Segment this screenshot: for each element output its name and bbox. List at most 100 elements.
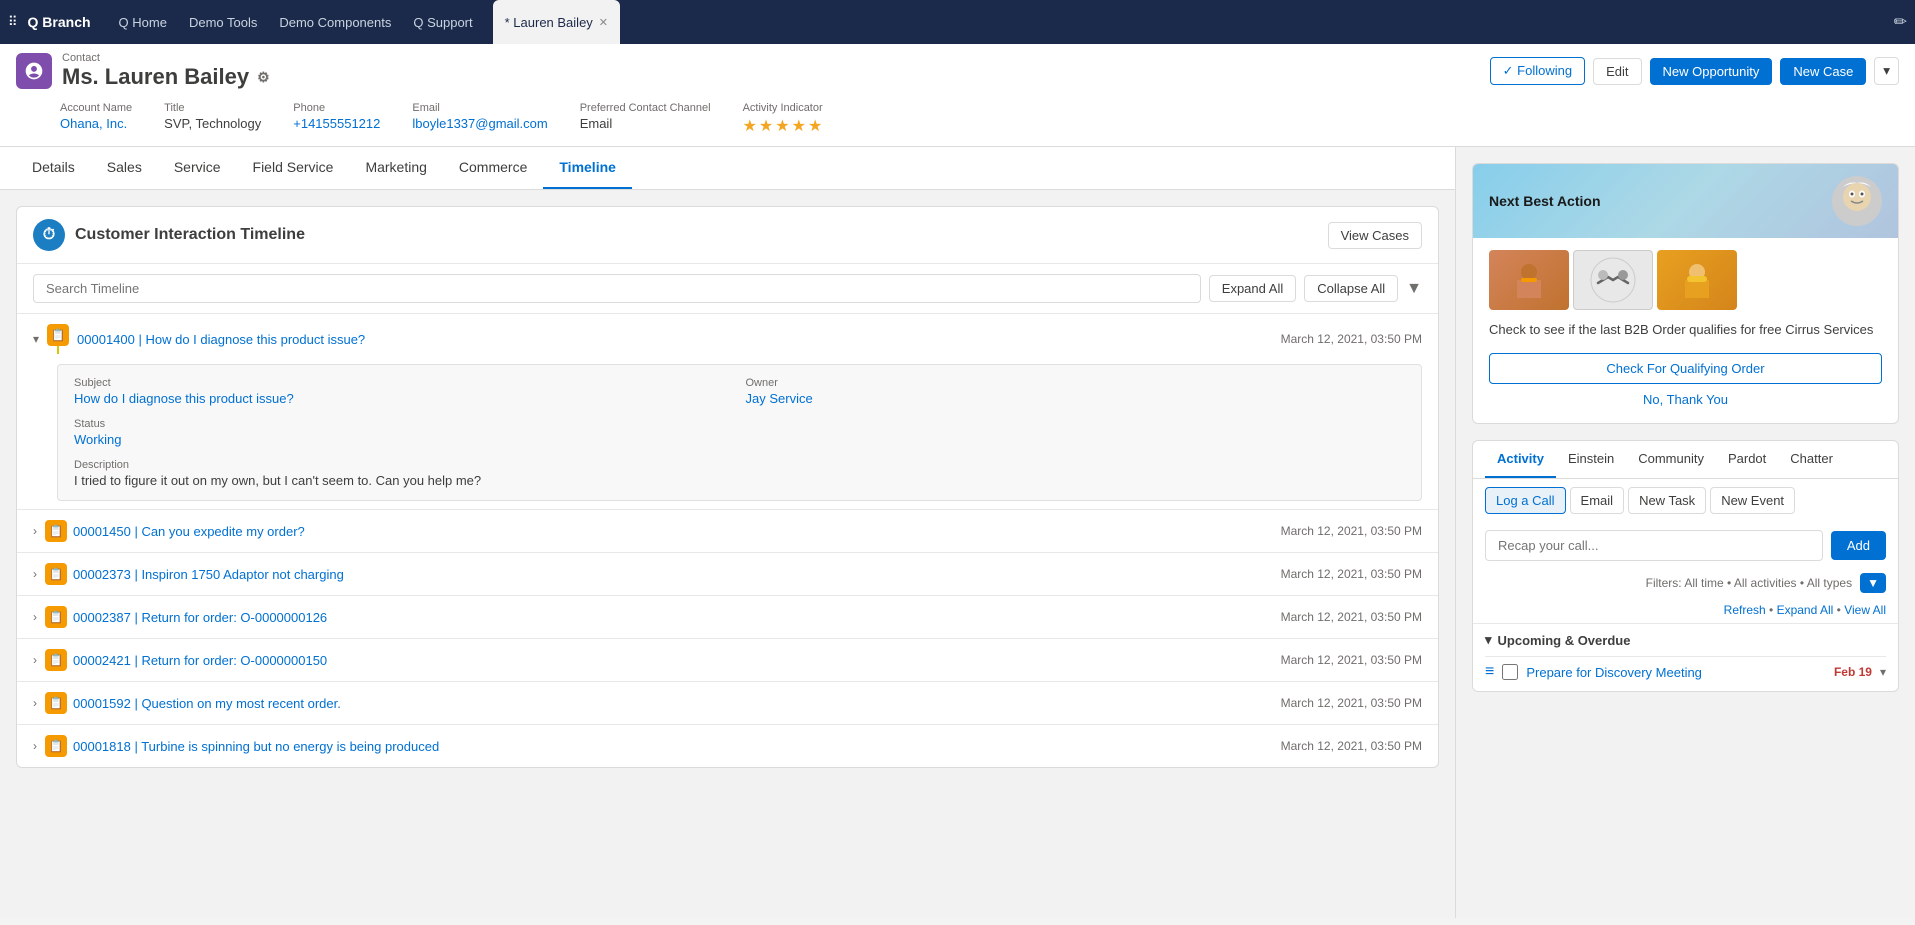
case-link-1[interactable]: 00001450 | Can you expedite my order? bbox=[73, 524, 1273, 539]
case-icon-4: 📋 bbox=[45, 649, 67, 671]
subject-value[interactable]: How do I diagnose this product issue? bbox=[74, 391, 734, 406]
timeline-container: ⏱ Customer Interaction Timeline View Cas… bbox=[16, 206, 1439, 768]
case-header-3[interactable]: › 📋 00002387 | Return for order: O-00000… bbox=[17, 596, 1438, 638]
phone-label: Phone bbox=[293, 102, 380, 114]
record-type-label: Contact bbox=[62, 52, 270, 64]
activity-tab-pardot[interactable]: Pardot bbox=[1716, 441, 1778, 478]
admin-icon[interactable]: ⚙ bbox=[257, 69, 270, 86]
chevron-right-icon-5[interactable]: › bbox=[33, 696, 37, 710]
sub-tab-new-event[interactable]: New Event bbox=[1710, 487, 1795, 514]
check-qualifying-order-button[interactable]: Check For Qualifying Order bbox=[1489, 353, 1882, 384]
preferred-contact-label: Preferred Contact Channel bbox=[580, 102, 711, 114]
nav-tab-lauren[interactable]: * Lauren Bailey ✕ bbox=[493, 0, 620, 44]
case-header-5[interactable]: › 📋 00001592 | Question on my most recen… bbox=[17, 682, 1438, 724]
chevron-right-icon-6[interactable]: › bbox=[33, 739, 37, 753]
record-fields: Account Name Ohana, Inc. Title SVP, Tech… bbox=[16, 94, 1899, 146]
case-icon-1: 📋 bbox=[45, 520, 67, 542]
header-actions: ✓ Following Edit New Opportunity New Cas… bbox=[1490, 57, 1899, 85]
task-checkbox-0[interactable] bbox=[1502, 664, 1518, 680]
case-icon-3: 📋 bbox=[45, 606, 67, 628]
record-name: Ms. Lauren Bailey bbox=[62, 64, 249, 90]
upcoming-item-0: ≡ Prepare for Discovery Meeting Feb 19 ▾ bbox=[1485, 656, 1886, 687]
nba-images bbox=[1473, 238, 1898, 318]
collapse-all-button[interactable]: Collapse All bbox=[1304, 275, 1398, 302]
email-value[interactable]: lboyle1337@gmail.com bbox=[412, 116, 547, 131]
activity-tab-community[interactable]: Community bbox=[1626, 441, 1716, 478]
case-link-6[interactable]: 00001818 | Turbine is spinning but no en… bbox=[73, 739, 1273, 754]
task-chevron-0[interactable]: ▾ bbox=[1880, 665, 1886, 679]
nav-link-support[interactable]: Q Support bbox=[403, 15, 482, 30]
view-all-link[interactable]: View All bbox=[1844, 603, 1886, 617]
activity-tabs: Activity Einstein Community Pardot Chatt… bbox=[1473, 441, 1898, 479]
nav-link-demo-tools[interactable]: Demo Tools bbox=[179, 15, 267, 30]
sub-tab-email[interactable]: Email bbox=[1570, 487, 1625, 514]
account-name-value[interactable]: Ohana, Inc. bbox=[60, 116, 132, 131]
upcoming-header[interactable]: ▾ Upcoming & Overdue bbox=[1485, 632, 1886, 656]
view-cases-button[interactable]: View Cases bbox=[1328, 222, 1422, 249]
following-button[interactable]: ✓ Following bbox=[1490, 57, 1585, 85]
timeline-header: ⏱ Customer Interaction Timeline View Cas… bbox=[17, 207, 1438, 264]
search-timeline-input[interactable] bbox=[33, 274, 1201, 303]
sub-tab-log-call[interactable]: Log a Call bbox=[1485, 487, 1566, 514]
tab-marketing[interactable]: Marketing bbox=[349, 147, 442, 189]
case-date-3: March 12, 2021, 03:50 PM bbox=[1281, 610, 1422, 624]
actions-dropdown[interactable]: ▾ bbox=[1874, 57, 1899, 85]
activity-stars: ★★★★★ bbox=[743, 116, 825, 136]
case-link-0[interactable]: 00001400 | How do I diagnose this produc… bbox=[77, 332, 1273, 347]
filters-text: Filters: All time • All activities • All… bbox=[1646, 576, 1852, 590]
nav-link-home[interactable]: Q Home bbox=[109, 15, 177, 30]
tab-service[interactable]: Service bbox=[158, 147, 237, 189]
case-link-2[interactable]: 00002373 | Inspiron 1750 Adaptor not cha… bbox=[73, 567, 1273, 582]
filter-icon[interactable]: ▼ bbox=[1406, 280, 1422, 298]
tab-timeline[interactable]: Timeline bbox=[543, 147, 632, 189]
case-link-4[interactable]: 00002421 | Return for order: O-000000015… bbox=[73, 653, 1273, 668]
refresh-link[interactable]: Refresh bbox=[1724, 603, 1766, 617]
edit-button[interactable]: Edit bbox=[1593, 58, 1641, 85]
tab-label: * Lauren Bailey bbox=[505, 15, 593, 30]
chevron-right-icon-2[interactable]: › bbox=[33, 567, 37, 581]
case-link-5[interactable]: 00001592 | Question on my most recent or… bbox=[73, 696, 1273, 711]
activity-section: Activity Einstein Community Pardot Chatt… bbox=[1472, 440, 1899, 692]
case-header-1[interactable]: › 📋 00001450 | Can you expedite my order… bbox=[17, 510, 1438, 552]
tab-sales[interactable]: Sales bbox=[91, 147, 158, 189]
chevron-right-icon-1[interactable]: › bbox=[33, 524, 37, 538]
grid-icon[interactable]: ⠿ bbox=[8, 14, 18, 30]
task-link-0[interactable]: Prepare for Discovery Meeting bbox=[1526, 665, 1826, 680]
chevron-right-icon-4[interactable]: › bbox=[33, 653, 37, 667]
einstein-avatar bbox=[1832, 176, 1882, 226]
case-header-2[interactable]: › 📋 00002373 | Inspiron 1750 Adaptor not… bbox=[17, 553, 1438, 595]
nav-tabs: * Lauren Bailey ✕ bbox=[493, 0, 1892, 44]
case-header-6[interactable]: › 📋 00001818 | Turbine is spinning but n… bbox=[17, 725, 1438, 767]
nba-header: Next Best Action bbox=[1473, 164, 1898, 238]
owner-value[interactable]: Jay Service bbox=[746, 391, 1406, 406]
new-case-button[interactable]: New Case bbox=[1780, 58, 1866, 85]
activity-tab-einstein[interactable]: Einstein bbox=[1556, 441, 1626, 478]
expand-all-button[interactable]: Expand All bbox=[1209, 275, 1296, 302]
main-layout: Details Sales Service Field Service Mark… bbox=[0, 147, 1915, 918]
pencil-icon[interactable]: ✏ bbox=[1894, 12, 1907, 32]
chevron-right-icon-3[interactable]: › bbox=[33, 610, 37, 624]
new-opportunity-button[interactable]: New Opportunity bbox=[1650, 58, 1773, 85]
chevron-down-icon-0[interactable]: ▾ bbox=[33, 332, 39, 346]
expand-all-link[interactable]: Expand All bbox=[1777, 603, 1834, 617]
nav-link-demo-components[interactable]: Demo Components bbox=[269, 15, 401, 30]
tab-field-service[interactable]: Field Service bbox=[237, 147, 350, 189]
tab-details[interactable]: Details bbox=[16, 147, 91, 189]
add-button[interactable]: Add bbox=[1831, 531, 1886, 560]
no-thanks-button[interactable]: No, Thank You bbox=[1489, 392, 1882, 407]
activity-tab-activity[interactable]: Activity bbox=[1485, 441, 1556, 478]
case-header-0[interactable]: ▾ 📋 00001400 | How do I diagnose this pr… bbox=[17, 314, 1438, 364]
description-value: I tried to figure it out on my own, but … bbox=[74, 473, 1405, 488]
sub-tab-new-task[interactable]: New Task bbox=[1628, 487, 1706, 514]
activity-tab-chatter[interactable]: Chatter bbox=[1778, 441, 1845, 478]
status-value[interactable]: Working bbox=[74, 432, 734, 447]
filters-row: Filters: All time • All activities • All… bbox=[1473, 569, 1898, 601]
recap-input[interactable] bbox=[1485, 530, 1823, 561]
case-link-3[interactable]: 00002387 | Return for order: O-000000012… bbox=[73, 610, 1273, 625]
tab-commerce[interactable]: Commerce bbox=[443, 147, 543, 189]
task-icon-0: ≡ bbox=[1485, 663, 1494, 681]
phone-value[interactable]: +14155551212 bbox=[293, 116, 380, 131]
close-tab-icon[interactable]: ✕ bbox=[599, 16, 608, 29]
filter-funnel-button[interactable]: ▼ bbox=[1860, 573, 1886, 593]
case-header-4[interactable]: › 📋 00002421 | Return for order: O-00000… bbox=[17, 639, 1438, 681]
